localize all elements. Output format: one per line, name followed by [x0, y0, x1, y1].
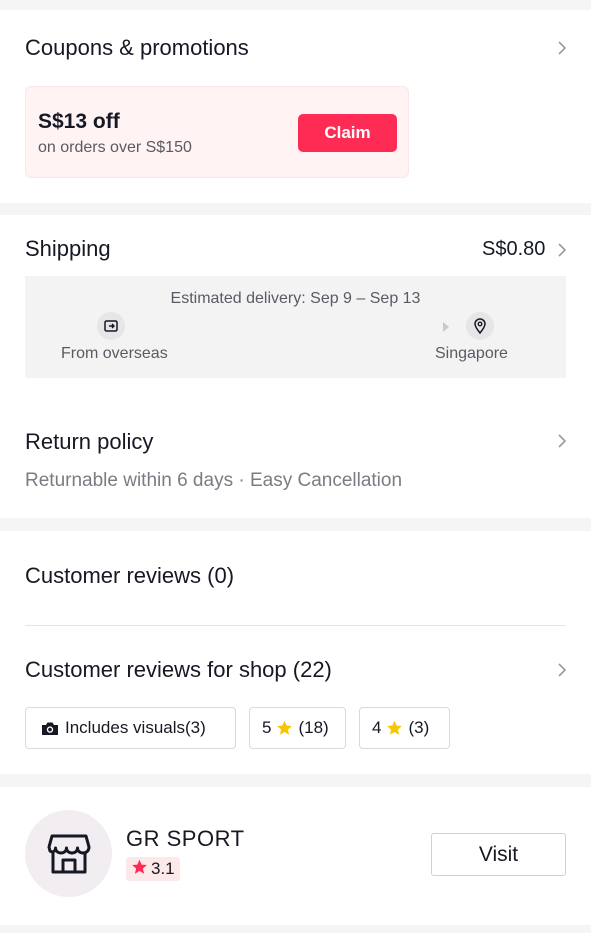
shop-avatar[interactable] — [25, 810, 112, 897]
star-count: 4 — [372, 718, 382, 737]
location-pin-icon — [466, 312, 494, 340]
store-icon — [47, 834, 91, 874]
ship-to-label: Singapore — [435, 345, 508, 362]
star-icon — [386, 720, 403, 736]
chip-count: (18) — [298, 718, 329, 737]
return-policy-subtitle: Returnable within 6 days · Easy Cancella… — [25, 470, 403, 491]
chevron-right-icon[interactable] — [554, 242, 570, 258]
chevron-right-icon[interactable] — [554, 40, 570, 56]
visit-shop-button[interactable]: Visit — [431, 833, 566, 876]
ship-from-label: From overseas — [61, 345, 168, 362]
claim-button[interactable]: Claim — [298, 114, 397, 152]
route-arrow-icon — [441, 320, 451, 338]
return-policy-title[interactable]: Return policy — [25, 429, 153, 455]
chip-count: (3) — [408, 718, 430, 737]
shop-reviews-title[interactable]: Customer reviews for shop (22) — [25, 657, 332, 683]
filter-chip-visuals[interactable]: Includes visuals(3) — [25, 707, 236, 749]
filter-chip-4-star[interactable]: 4 (3) — [359, 707, 450, 749]
filter-chip-5-star[interactable]: 5 (18) — [249, 707, 346, 749]
shop-rating-value: 3.1 — [151, 859, 175, 878]
shop-rating-badge: 3.1 — [126, 857, 180, 881]
divider — [25, 625, 566, 626]
coupon-card: S$13 off on orders over S$150 Claim — [25, 86, 409, 178]
coupon-condition: on orders over S$150 — [38, 139, 192, 156]
delivery-estimate-box: Estimated delivery: Sep 9 – Sep 13 From … — [25, 276, 566, 378]
package-icon — [97, 312, 125, 340]
star-count: 5 — [262, 718, 272, 737]
chevron-right-icon[interactable] — [554, 433, 570, 449]
chevron-right-icon[interactable] — [554, 662, 570, 678]
coupon-amount: S$13 off — [38, 110, 120, 133]
star-icon — [131, 859, 148, 880]
shipping-price[interactable]: S$0.80 — [482, 238, 545, 261]
product-reviews-title: Customer reviews (0) — [25, 563, 235, 588]
star-icon — [276, 720, 293, 736]
delivery-estimate: Estimated delivery: Sep 9 – Sep 13 — [170, 290, 421, 307]
coupons-title[interactable]: Coupons & promotions — [25, 35, 249, 61]
chip-label: Includes visuals(3) — [65, 718, 206, 737]
shipping-title[interactable]: Shipping — [25, 236, 111, 262]
shop-name[interactable]: GR SPORT — [126, 826, 245, 852]
camera-icon — [41, 721, 59, 736]
